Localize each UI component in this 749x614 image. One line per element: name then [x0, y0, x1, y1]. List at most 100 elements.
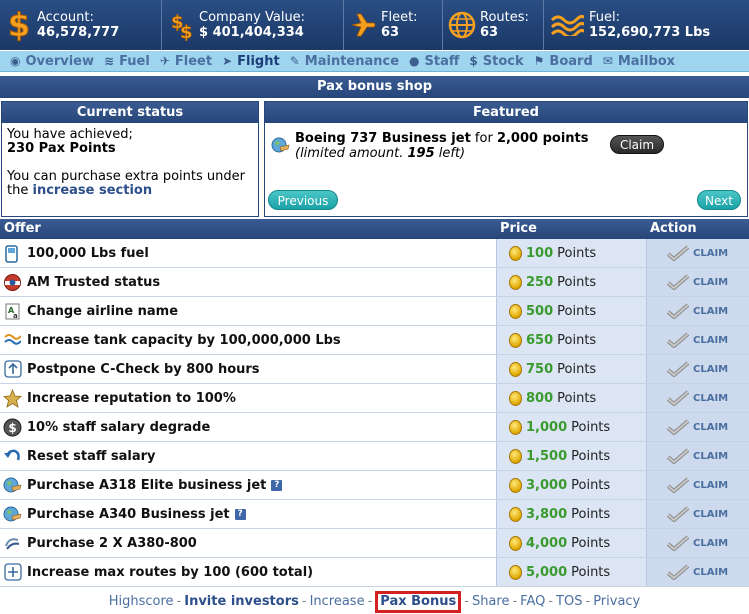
offer-name: Purchase A318 Elite business jet [27, 477, 267, 493]
claim-button[interactable]: CLAIM [667, 390, 728, 406]
coin-icon [509, 477, 522, 493]
fuel-waves-icon [549, 8, 585, 42]
claim-label: CLAIM [693, 479, 729, 491]
footer-privacy[interactable]: Privacy [593, 594, 640, 609]
price-cell: 250 Points [496, 268, 646, 296]
price-cell: 100 Points [496, 239, 646, 267]
help-icon[interactable]: ? [234, 508, 246, 520]
routes-stat: Routes: 63 [443, 0, 544, 50]
footer-faq[interactable]: FAQ [520, 594, 545, 609]
help-icon[interactable]: ? [271, 479, 283, 491]
price-value: 750 [526, 361, 554, 377]
current-status-panel: Current status You have achieved; 230 Pa… [1, 101, 259, 217]
check-icon [667, 535, 693, 551]
offer-cell: $10% staff salary degrade [0, 413, 496, 441]
nav-staff[interactable]: ● Staff [409, 54, 459, 69]
offer-cell: Purchase 2 X A380-800 [0, 529, 496, 557]
offer-cell: Postpone C-Check by 800 hours [0, 355, 496, 383]
coin-icon [509, 245, 522, 261]
offer-cell: Purchase A340 Business jet? [0, 500, 496, 528]
price-unit: Points [557, 361, 597, 377]
coin-icon [509, 390, 522, 406]
nav-board[interactable]: ⚑ Board [534, 54, 593, 69]
fuel-label: Fuel: [589, 10, 620, 25]
nav-mailbox[interactable]: ✉ Mailbox [603, 54, 675, 69]
offer-name: Purchase A340 Business jet [27, 506, 230, 522]
check-icon [667, 245, 693, 261]
next-button[interactable]: Next [697, 190, 741, 210]
fuel-pump-icon [3, 244, 22, 263]
check-icon [667, 390, 693, 406]
coin-icon [509, 448, 522, 464]
footer-tos[interactable]: TOS [556, 594, 582, 609]
footer-increase[interactable]: Increase [310, 594, 365, 609]
dollar-icon: $ [5, 8, 33, 42]
company-value-stat: $ $ Company Value: $ 401,404,334 [162, 0, 344, 50]
featured-panel: Featured Boeing 737 Business jet for 2,0… [264, 101, 748, 217]
claim-label: CLAIM [693, 566, 729, 578]
offer-name: Change airline name [27, 303, 179, 319]
price-value: 5,000 [526, 564, 568, 580]
check-icon [667, 506, 693, 522]
claim-button[interactable]: CLAIM [667, 361, 728, 377]
mailbox-icon: ✉ [602, 54, 613, 68]
footer-pax-bonus[interactable]: Pax Bonus [375, 591, 462, 613]
price-value: 3,000 [526, 477, 568, 493]
featured-heading: Featured [265, 102, 747, 123]
nav-overview[interactable]: ◉ Overview [10, 54, 94, 69]
featured-claim-button[interactable]: Claim [610, 135, 664, 154]
nav-label: Board [549, 53, 593, 69]
claim-button[interactable]: CLAIM [667, 303, 728, 319]
offer-cell: Increase tank capacity by 100,000,000 Lb… [0, 326, 496, 354]
price-header: Price [500, 221, 537, 236]
fuel-value: 152,690,773 Lbs [589, 25, 711, 40]
price-unit: Points [557, 332, 597, 348]
increase-section-link[interactable]: increase section [32, 183, 152, 198]
claim-button[interactable]: CLAIM [667, 448, 728, 464]
footer-highscore[interactable]: Highscore [109, 594, 174, 609]
coin-icon [509, 564, 522, 580]
stock-icon: $ [469, 54, 478, 68]
footer-invite-investors[interactable]: Invite investors [184, 594, 299, 609]
nav-stock[interactable]: $ Stock [469, 54, 523, 69]
table-row: Purchase A318 Elite business jet? 3,000 Po… [0, 471, 749, 500]
fleet-icon: ✈ [159, 54, 170, 68]
offer-name: 10% staff salary degrade [27, 419, 211, 435]
nav-flight[interactable]: ➤ Flight [222, 54, 280, 69]
plus-icon [3, 563, 22, 582]
separator: - [548, 594, 554, 609]
price-value: 250 [526, 274, 554, 290]
table-row: Increase tank capacity by 100,000,000 Lb… [0, 326, 749, 355]
claim-button[interactable]: CLAIM [667, 564, 728, 580]
nav-fuel[interactable]: ≋ Fuel [104, 54, 150, 69]
price-cell: 3,800 Points [496, 500, 646, 528]
claim-label: CLAIM [693, 276, 729, 288]
footer-share[interactable]: Share [472, 594, 510, 609]
offer-cell: Increase reputation to 100% [0, 384, 496, 412]
claim-button[interactable]: CLAIM [667, 332, 728, 348]
flight-icon: ➤ [222, 54, 233, 68]
globe-plane-icon [3, 505, 22, 524]
table-row: Purchase 2 X A380-800 4,000 Points CLAIM [0, 529, 749, 558]
check-icon [667, 477, 693, 493]
coin-icon [509, 303, 522, 319]
action-cell: CLAIM [646, 384, 749, 412]
price-unit: Points [571, 477, 611, 493]
claim-button[interactable]: CLAIM [667, 477, 728, 493]
offer-name: Increase max routes by 100 (600 total) [27, 564, 314, 580]
previous-button[interactable]: Previous [268, 190, 338, 210]
claim-button[interactable]: CLAIM [667, 535, 728, 551]
offer-name: Purchase 2 X A380-800 [27, 535, 197, 551]
claim-button[interactable]: CLAIM [667, 274, 728, 290]
nav-fleet[interactable]: ✈ Fleet [160, 54, 212, 69]
action-header: Action [650, 221, 697, 236]
claim-button[interactable]: CLAIM [667, 245, 728, 261]
nav-label: Staff [424, 53, 460, 69]
claim-button[interactable]: CLAIM [667, 506, 728, 522]
price-unit: Points [557, 390, 597, 406]
price-cell: 4,000 Points [496, 529, 646, 557]
nav-maintenance[interactable]: ✎ Maintenance [290, 54, 399, 69]
claim-button[interactable]: CLAIM [667, 419, 728, 435]
price-unit: Points [571, 419, 611, 435]
nav-label: Mailbox [617, 53, 676, 69]
